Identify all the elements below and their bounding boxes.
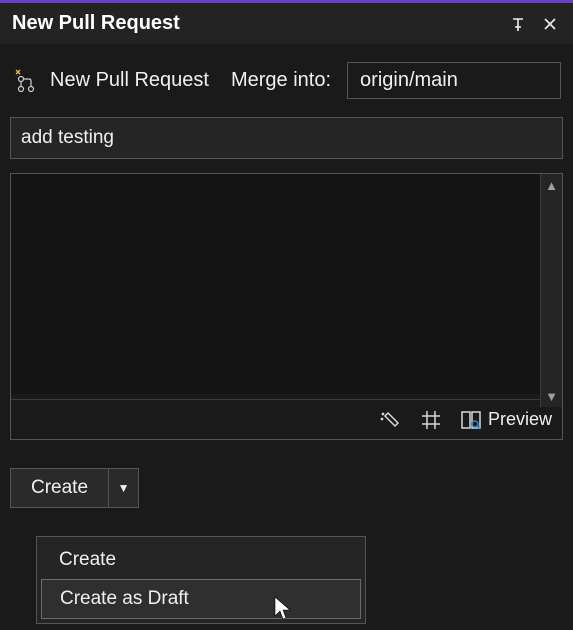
pr-header-row: New Pull Request Merge into: origin/main	[10, 62, 563, 99]
target-branch-selector[interactable]: origin/main	[347, 62, 561, 99]
description-scrollbar[interactable]: ▲ ▼	[540, 174, 562, 407]
pr-description-container: ▲ ▼ Preview	[10, 173, 563, 440]
description-toolbar: Preview	[11, 399, 562, 439]
create-button-row: Create ▼	[10, 468, 563, 508]
scroll-down-arrow[interactable]: ▼	[541, 385, 562, 407]
create-button[interactable]: Create	[11, 469, 108, 507]
markdown-heading-icon[interactable]	[418, 407, 444, 433]
create-split-button: Create ▼	[10, 468, 139, 508]
panel-content: New Pull Request Merge into: origin/main…	[0, 44, 573, 518]
pr-description-input[interactable]	[11, 174, 562, 394]
new-pull-request-panel: New Pull Request New Pull Request Merg	[0, 0, 573, 630]
pr-header-label: New Pull Request	[50, 69, 209, 92]
panel-title-bar: New Pull Request	[0, 0, 573, 44]
create-dropdown-menu: Create Create as Draft	[36, 536, 366, 624]
merge-into-label: Merge into:	[231, 69, 331, 92]
chevron-down-icon: ▼	[118, 481, 130, 495]
dropdown-item-create[interactable]: Create	[41, 541, 361, 579]
ai-suggest-icon[interactable]	[376, 407, 402, 433]
scroll-up-arrow[interactable]: ▲	[541, 174, 562, 196]
panel-title: New Pull Request	[12, 12, 180, 35]
create-dropdown-toggle[interactable]: ▼	[108, 469, 138, 507]
new-pull-request-icon	[12, 68, 38, 94]
dropdown-item-create-as-draft[interactable]: Create as Draft	[41, 579, 361, 619]
pr-title-input[interactable]	[10, 117, 563, 159]
close-icon[interactable]	[539, 13, 561, 35]
preview-label: Preview	[488, 409, 552, 430]
pin-icon[interactable]	[507, 13, 529, 35]
preview-button[interactable]: Preview	[460, 409, 552, 431]
